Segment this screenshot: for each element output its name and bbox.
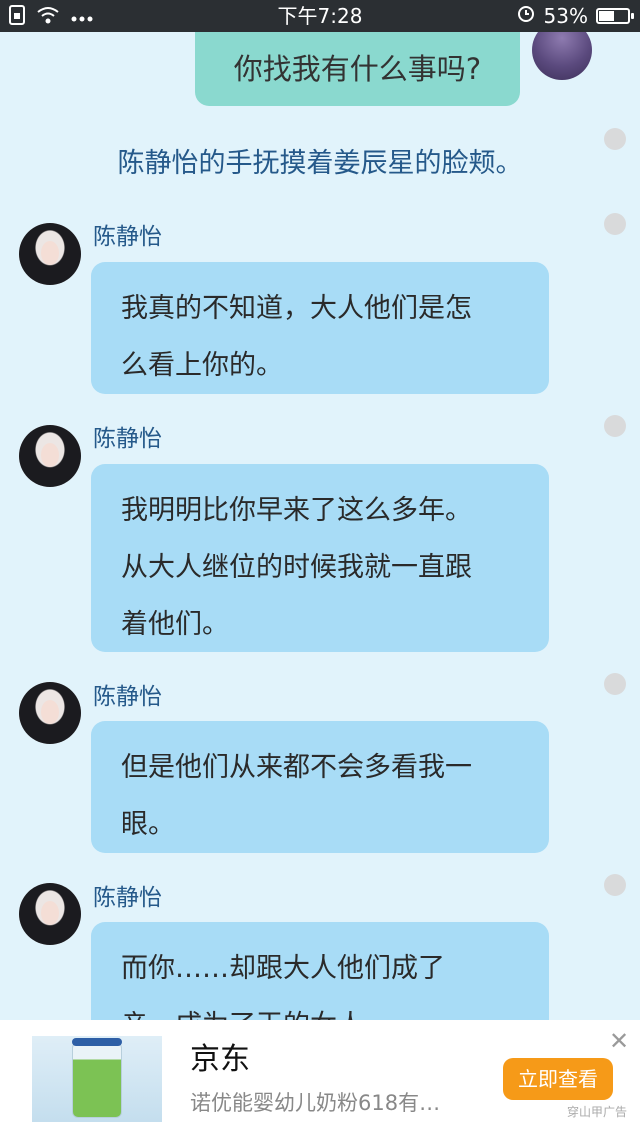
message-line: 我明明比你早来了这么多年。 [121, 495, 472, 526]
message-bubble: 但是他们从来都不会多看我一 眼。 [91, 721, 549, 853]
speaker-name: 陈静怡 [93, 684, 162, 710]
status-dot [604, 415, 626, 437]
chat-area[interactable]: 你找我有什么事吗? 陈静怡的手抚摸着姜辰星的脸颊。 陈静怡 我真的不知道，大人他… [0, 32, 640, 1020]
ad-description[interactable]: 诺优能婴幼儿奶粉618有… [190, 1088, 440, 1118]
alarm-icon [516, 3, 536, 29]
ad-title[interactable]: 京东 [190, 1040, 250, 1080]
ad-product-image[interactable] [32, 1036, 162, 1122]
status-dot [604, 874, 626, 896]
close-icon[interactable]: ✕ [606, 1028, 632, 1054]
speaker-avatar[interactable] [19, 425, 81, 487]
speaker-avatar[interactable] [19, 682, 81, 744]
message-bubble: 我明明比你早来了这么多年。 从大人继位的时候我就一直跟 着他们。 [91, 464, 549, 652]
battery-percent: 53% [543, 4, 588, 28]
message-line: 着他们。 [121, 609, 229, 640]
narration-text: 陈静怡的手抚摸着姜辰星的脸颊。 [117, 148, 523, 179]
message-line: 眼。 [121, 809, 175, 840]
speaker-avatar[interactable] [19, 883, 81, 945]
message-line: 我真的不知道，大人他们是怎 [121, 293, 472, 324]
speaker-name: 陈静怡 [93, 885, 162, 911]
ad-source-label: 穿山甲广告 [567, 1105, 628, 1119]
view-now-button[interactable]: 立即查看 [503, 1058, 613, 1100]
message-bubble: 我真的不知道，大人他们是怎 么看上你的。 [91, 262, 549, 394]
battery-level [599, 11, 614, 21]
my-avatar[interactable] [532, 32, 592, 80]
milk-can-image [72, 1042, 122, 1118]
message-line: 但是他们从来都不会多看我一 [121, 752, 472, 783]
battery-icon [596, 8, 634, 24]
speaker-name: 陈静怡 [93, 224, 162, 250]
milk-can-lid [72, 1038, 122, 1046]
speaker-name: 陈静怡 [93, 426, 162, 452]
status-right: 53% [516, 3, 634, 29]
message-line: 从大人继位的时候我就一直跟 [121, 552, 472, 583]
message-line: 而你……却跟大人他们成了 [121, 953, 445, 984]
message-line: 么看上你的。 [121, 350, 283, 381]
message-line: 亲，成为了王的女人。 [121, 997, 519, 1020]
message-bubble: 而你……却跟大人他们成了 亲，成为了王的女人。 [91, 922, 549, 1020]
status-bar: 下午7:28 53% [0, 0, 640, 32]
status-dot [604, 673, 626, 695]
speaker-avatar[interactable] [19, 223, 81, 285]
my-message-bubble: 你找我有什么事吗? [195, 32, 520, 106]
status-dot [604, 213, 626, 235]
ad-banner[interactable]: 京东 诺优能婴幼儿奶粉618有… 立即查看 ✕ 穿山甲广告 [0, 1020, 640, 1138]
